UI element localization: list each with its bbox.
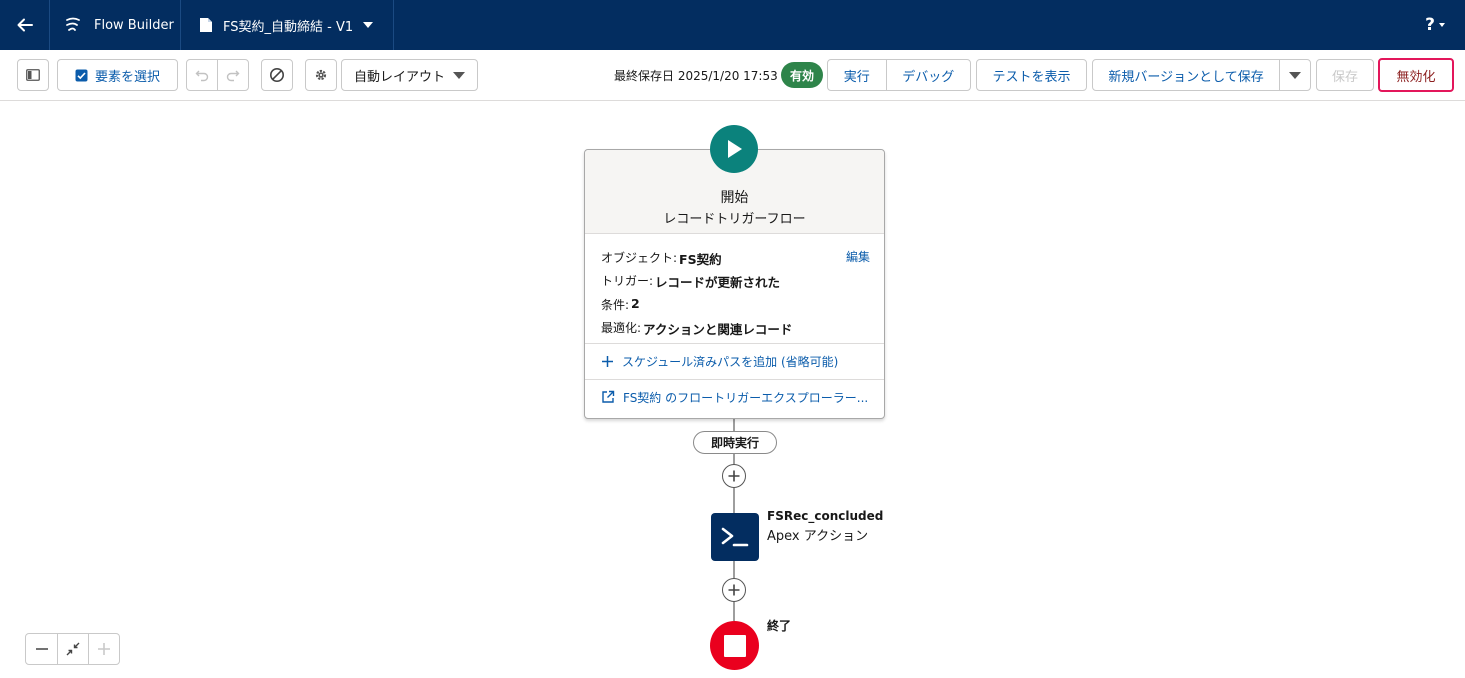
flow-title: FS契約_自動締結 - V1: [223, 19, 354, 35]
plus-icon: [98, 643, 110, 655]
document-icon: [200, 18, 212, 32]
view-tests-button[interactable]: テストを表示: [976, 59, 1087, 91]
save-as-new-group: 新規バージョンとして保存: [1092, 59, 1311, 91]
conditions-value: 2: [631, 296, 640, 311]
optimize-row: 最適化: アクションと関連レコード: [601, 319, 792, 338]
terminal-icon: [721, 527, 749, 547]
gear-icon: [315, 69, 327, 81]
trigger-explorer-label: FS契約 のフロートリガーエクスプローラー...: [623, 390, 869, 405]
disable-button[interactable]: [261, 59, 293, 91]
flow-icon: [66, 17, 80, 31]
layout-select-value: 自動レイアウト: [354, 69, 446, 85]
help-menu[interactable]: ?: [1425, 0, 1445, 50]
back-button[interactable]: [0, 0, 50, 50]
redo-icon: [227, 70, 240, 82]
action-name: FSRec_concluded: [767, 509, 884, 523]
app-brand: Flow Builder: [50, 0, 181, 50]
zoom-controls: [25, 633, 120, 665]
plus-icon: [728, 470, 740, 482]
help-label: ?: [1425, 15, 1435, 35]
end-node[interactable]: [710, 621, 759, 670]
zoom-in-button[interactable]: [88, 634, 119, 664]
layout-select[interactable]: 自動レイアウト: [341, 59, 478, 91]
undo-redo-group: [186, 59, 249, 91]
status-badge: 有効: [781, 62, 823, 88]
panel-icon: [26, 69, 40, 81]
last-saved-text: 最終保存日 2025/1/20 17:53: [614, 68, 778, 83]
chevron-down-icon: [1439, 23, 1445, 27]
select-elements-label: 要素を選択: [94, 69, 160, 85]
add-scheduled-path-link[interactable]: スケジュール済みパスを追加 (省略可能): [585, 344, 884, 379]
add-scheduled-path-label: スケジュール済みパスを追加 (省略可能): [622, 355, 839, 369]
apex-action-node[interactable]: [711, 513, 759, 561]
add-element-button[interactable]: [722, 464, 746, 488]
trigger-explorer-link[interactable]: FS契約 のフロートリガーエクスプローラー...: [585, 379, 884, 414]
save-options-button[interactable]: [1279, 60, 1310, 90]
plus-icon: [728, 584, 740, 596]
optimize-value: アクションと関連レコード: [643, 322, 793, 337]
stop-icon: [723, 634, 746, 657]
save-button[interactable]: 保存: [1316, 59, 1374, 91]
play-icon: [728, 140, 742, 158]
chevron-down-icon: [453, 71, 465, 79]
start-node[interactable]: 開始 レコードトリガーフロー オブジェクト: FS契約 トリガー: レコードが更…: [584, 149, 885, 419]
redo-button[interactable]: [217, 60, 248, 90]
immediate-path-label[interactable]: 即時実行: [693, 431, 777, 454]
start-node-title: 開始: [720, 190, 749, 206]
plus-icon: [602, 356, 613, 367]
connector-line: [733, 419, 735, 431]
edit-link[interactable]: 編集: [846, 248, 870, 265]
contract-icon: [66, 642, 80, 656]
deactivate-button[interactable]: 無効化: [1378, 58, 1454, 92]
select-elements-button[interactable]: 要素を選択: [57, 59, 178, 91]
arrow-left-icon: [17, 18, 33, 32]
flow-title-menu[interactable]: FS契約_自動締結 - V1: [181, 0, 395, 50]
run-button[interactable]: 実行: [828, 60, 886, 90]
action-type: Apex アクション: [767, 529, 869, 544]
external-link-icon: [602, 390, 615, 403]
object-value: FS契約: [679, 252, 722, 267]
trigger-label: トリガー:: [601, 274, 654, 288]
chevron-down-icon: [363, 22, 374, 28]
start-node-subtitle: レコードトリガーフロー: [663, 212, 806, 227]
fit-view-button[interactable]: [57, 634, 88, 664]
end-node-label: 終了: [767, 619, 792, 633]
object-label: オブジェクト:: [601, 251, 678, 265]
minus-icon: [35, 648, 48, 650]
conditions-label: 条件:: [601, 298, 630, 312]
object-row: オブジェクト: FS契約: [601, 249, 722, 268]
zoom-out-button[interactable]: [26, 634, 57, 664]
app-header: Flow Builder FS契約_自動締結 - V1 ?: [0, 0, 1465, 50]
undo-icon: [195, 70, 209, 82]
conditions-row: 条件: 2: [601, 296, 640, 313]
toolbar: 要素を選択 自動レイアウト 最終保存日 2025/1/20 17:53 有効 実…: [0, 50, 1465, 101]
start-node-details: オブジェクト: FS契約 トリガー: レコードが更新された 条件: 2 最適化:…: [585, 234, 884, 344]
app-name: Flow Builder: [94, 17, 174, 33]
trigger-row: トリガー: レコードが更新された: [601, 272, 780, 291]
chevron-down-icon: [1289, 71, 1302, 79]
debug-button[interactable]: デバッグ: [885, 60, 970, 90]
trigger-value: レコードが更新された: [655, 275, 781, 290]
toggle-panel-button[interactable]: [17, 59, 49, 91]
add-element-button[interactable]: [722, 578, 746, 602]
checkbox-icon: [75, 69, 88, 81]
ban-icon: [270, 68, 284, 82]
settings-button[interactable]: [305, 59, 337, 91]
save-as-new-version-button[interactable]: 新規バージョンとして保存: [1093, 60, 1279, 90]
run-debug-group: 実行 デバッグ: [827, 59, 971, 91]
undo-button[interactable]: [187, 60, 217, 90]
start-node-icon[interactable]: [710, 125, 758, 173]
optimize-label: 最適化:: [601, 321, 642, 335]
